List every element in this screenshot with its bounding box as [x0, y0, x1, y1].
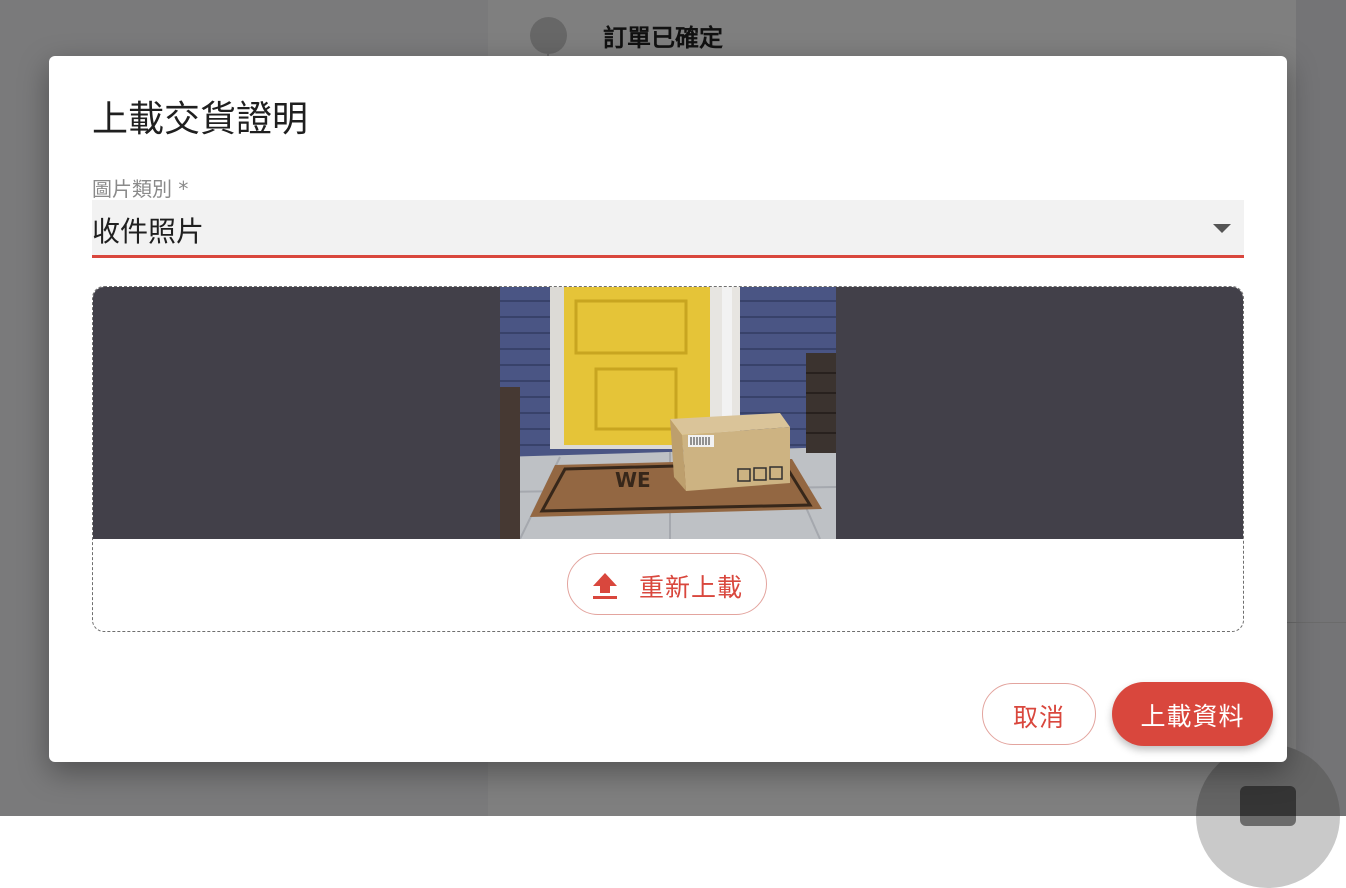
- cancel-button[interactable]: 取消: [982, 683, 1096, 745]
- dropdown-arrow-icon: [1213, 224, 1231, 233]
- upload-proof-dialog: 上載交貨證明 圖片類別 * 收件照片 重新上載 取消 上載資料: [49, 56, 1287, 762]
- dialog-title: 上載交貨證明: [92, 99, 309, 140]
- image-category-value: 收件照片: [92, 215, 205, 248]
- image-preview-area: WE: [93, 287, 1243, 539]
- package-photo-preview: WE: [500, 287, 836, 539]
- reupload-button[interactable]: 重新上載: [567, 553, 767, 615]
- upload-drop-zone[interactable]: WE: [92, 286, 1244, 632]
- image-category-label: 圖片類別 *: [92, 177, 189, 201]
- submit-upload-button[interactable]: 上載資料: [1112, 682, 1273, 746]
- reupload-label: 重新上載: [639, 573, 744, 602]
- upload-icon: [592, 571, 618, 599]
- image-category-select[interactable]: 收件照片: [92, 200, 1244, 258]
- cancel-label: 取消: [1012, 703, 1065, 732]
- submit-upload-label: 上載資料: [1140, 702, 1245, 731]
